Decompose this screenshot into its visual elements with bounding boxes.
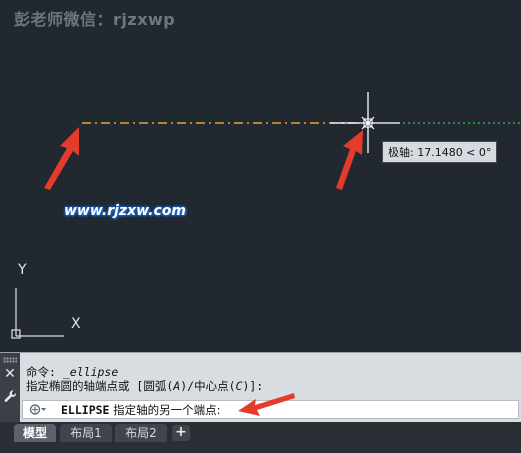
prompt-command-name: ELLIPSE [61,403,110,417]
command-panel-sidebar: ✕ [0,353,20,423]
tab-model[interactable]: 模型 [14,424,56,442]
command-prompt: ELLIPSE 指定轴的另一个端点: [61,402,221,418]
ucs-axis-icon [11,288,64,339]
watermark-url: www.rjzxw.com [64,203,186,219]
polar-tooltip: 极轴: 17.1480 < 0° [382,141,498,163]
ucs-y-label: Y [18,262,27,278]
history-prompt-mid: )/中心点( [180,379,236,393]
prompt-text: 指定轴的另一个端点: [109,403,221,417]
drawing-overlay [11,92,521,339]
history-prefix: 命令: [26,365,63,379]
history-line-1: 命令: _ellipse [26,365,263,379]
red-arrow-icon [44,127,79,190]
ucs-x-label: X [71,316,81,332]
history-command: _ellipse [62,365,119,379]
command-line-panel: ✕ 命令: _ellipse 指定椭圆的轴端点或 [圆弧(A)/中心点(C)]:… [0,352,521,423]
command-history: 命令: _ellipse 指定椭圆的轴端点或 [圆弧(A)/中心点(C)]: [26,365,263,393]
drawing-canvas[interactable]: 彭老师微信：rjzxwp Y X www.rjzxw.com 极轴: 17.14… [0,0,521,352]
layout-tabs-bar: 模型 布局1 布局2 + [0,422,521,453]
red-arrow-icon [238,393,295,416]
drag-grip-icon[interactable] [3,357,17,363]
history-line-2: 指定椭圆的轴端点或 [圆弧(A)/中心点(C)]: [26,379,263,393]
add-layout-button[interactable]: + [172,425,190,441]
tab-layout1[interactable]: 布局1 [60,424,112,442]
history-prompt: 指定椭圆的轴端点或 [圆弧( [26,379,174,393]
close-icon[interactable]: ✕ [3,367,17,381]
red-arrow-icon [336,130,363,190]
command-dropdown-icon[interactable] [27,402,55,417]
wrench-icon[interactable] [3,389,17,405]
tab-layout2[interactable]: 布局2 [115,424,167,442]
